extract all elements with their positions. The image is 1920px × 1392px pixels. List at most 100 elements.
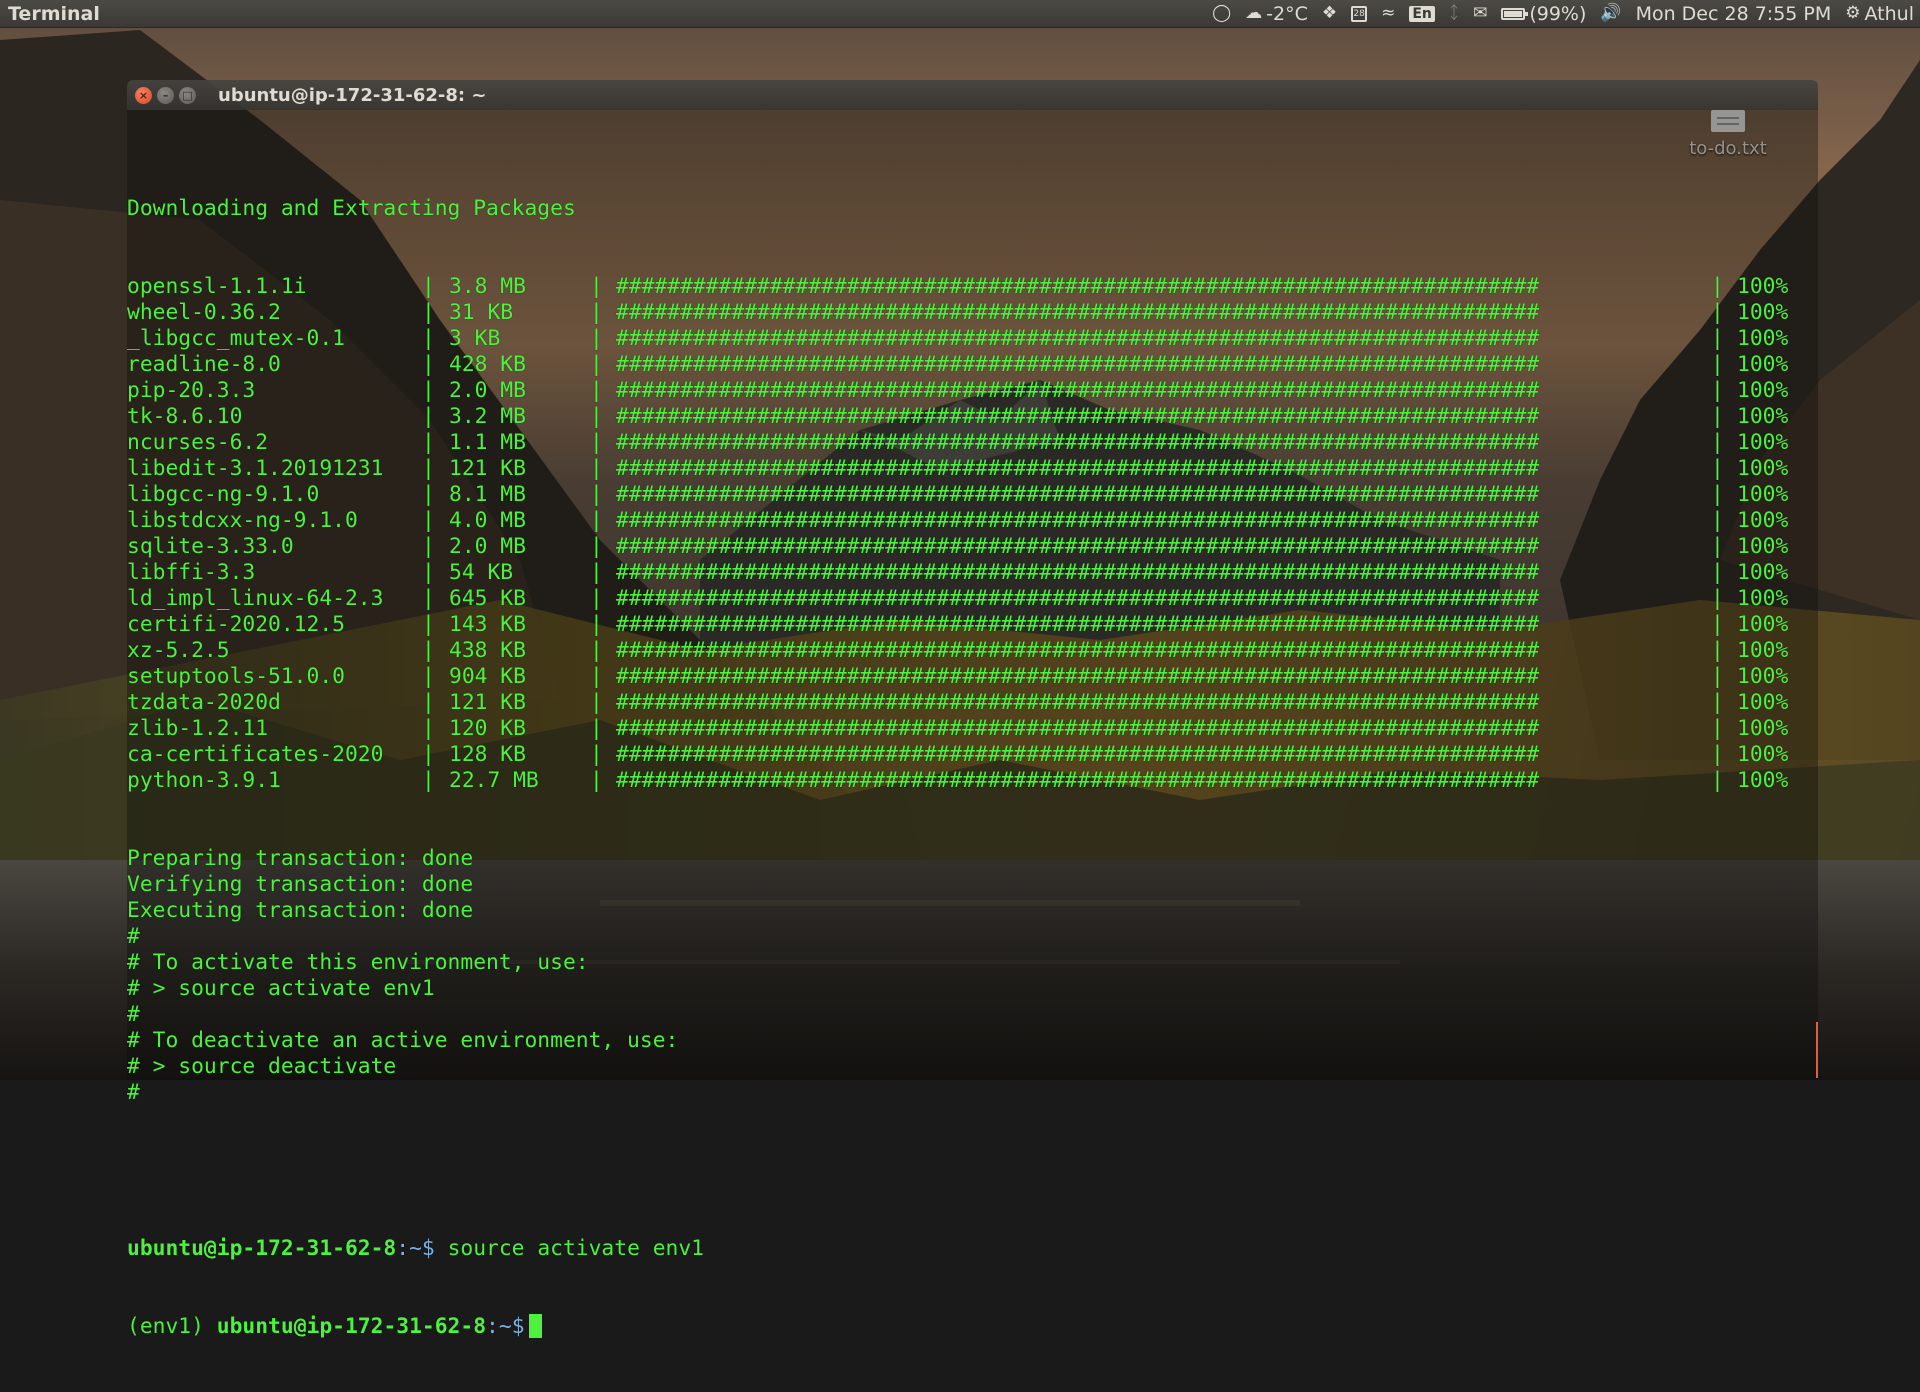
package-row: _libgcc_mutex-0.1 | 3 KB | #################… — [127, 326, 1818, 352]
download-header: Downloading and Extracting Packages — [127, 196, 576, 221]
package-size: 54 KB — [449, 560, 514, 585]
battery-indicator[interactable]: (99%) — [1501, 3, 1586, 25]
column-separator: | — [590, 326, 603, 351]
close-button[interactable]: × — [135, 86, 152, 104]
window-title: ubuntu@ip-172-31-62-8: ~ — [218, 84, 487, 106]
window-titlebar[interactable]: × – □ ubuntu@ip-172-31-62-8: ~ — [127, 80, 1818, 110]
package-percent: 100% — [1737, 560, 1789, 585]
column-separator: | — [422, 300, 435, 325]
package-row: sqlite-3.33.0 | 2.0 MB | ###################… — [127, 534, 1818, 560]
wifi-indicator[interactable]: ≈ — [1381, 5, 1395, 22]
status-line: # > source activate env1 — [127, 976, 435, 1001]
column-separator: | — [590, 404, 603, 429]
bulb-indicator[interactable]: ◯ — [1212, 5, 1231, 22]
column-separator: | — [1711, 326, 1724, 351]
progress-bar: ########################################… — [616, 560, 1540, 585]
package-name: ncurses-6.2 — [127, 430, 269, 455]
column-separator: | — [422, 534, 435, 559]
keyboard-indicator[interactable]: En — [1409, 5, 1435, 22]
progress-bar: ########################################… — [616, 378, 1540, 403]
package-size: 2.0 MB — [449, 534, 526, 559]
column-separator: | — [590, 560, 603, 585]
maximize-button[interactable]: □ — [179, 86, 196, 104]
progress-bar: ########################################… — [616, 430, 1540, 455]
package-name: readline-8.0 — [127, 352, 281, 377]
column-separator: | — [422, 742, 435, 767]
status-line: # > source deactivate — [127, 1054, 397, 1079]
package-size: 3.8 MB — [449, 274, 526, 299]
package-percent: 100% — [1737, 742, 1789, 767]
progress-bar: ########################################… — [616, 742, 1540, 767]
column-separator: | — [1711, 534, 1724, 559]
progress-bar: ########################################… — [616, 404, 1540, 429]
package-name: pip-20.3.3 — [127, 378, 256, 403]
column-separator: | — [590, 638, 603, 663]
package-row: pip-20.3.3 | 2.0 MB | ######################… — [127, 378, 1818, 404]
progress-bar: ########################################… — [616, 482, 1540, 507]
status-line: Verifying transaction: done — [127, 872, 474, 897]
prompt-line-2[interactable]: (env1) ubuntu@ip-172-31-62-8:~$ — [127, 1314, 1818, 1340]
package-row: tzdata-2020d | 121 KB | ####################… — [127, 690, 1818, 716]
package-name: setuptools-51.0.0 — [127, 664, 345, 689]
scrollbar-indicator[interactable] — [1816, 1022, 1818, 1078]
status-line: Executing transaction: done — [127, 898, 474, 923]
minimize-button[interactable]: – — [157, 86, 174, 104]
progress-bar: ########################################… — [616, 508, 1540, 533]
status-line: # — [127, 1080, 140, 1105]
bluetooth-indicator[interactable]: ᛨ — [1449, 5, 1459, 22]
package-size: 4.0 MB — [449, 508, 526, 533]
progress-bar: ########################################… — [616, 690, 1540, 715]
column-separator: | — [1711, 300, 1724, 325]
column-separator: | — [1711, 586, 1724, 611]
package-percent: 100% — [1737, 716, 1789, 741]
package-percent: 100% — [1737, 378, 1789, 403]
column-separator: | — [1711, 482, 1724, 507]
volume-indicator[interactable]: 🔊 — [1600, 5, 1621, 22]
package-row: setuptools-51.0.0 | 904 KB | ###############… — [127, 664, 1818, 690]
package-row: libffi-3.3 | 54 KB | #######################… — [127, 560, 1818, 586]
package-percent: 100% — [1737, 274, 1789, 299]
session-indicator[interactable]: ⚙ Athul — [1845, 3, 1914, 25]
calendar-indicator[interactable]: 28 — [1351, 5, 1368, 22]
prompt-host: ubuntu@ip-172-31-62-8 — [216, 1314, 487, 1339]
column-separator: | — [1711, 274, 1724, 299]
progress-bar: ########################################… — [616, 274, 1540, 299]
package-row: python-3.9.1 | 22.7 MB | ###################… — [127, 768, 1818, 794]
prompt-path: :~ — [396, 1236, 422, 1261]
column-separator: | — [422, 664, 435, 689]
mail-indicator[interactable]: ✉ — [1473, 5, 1487, 22]
package-percent: 100% — [1737, 482, 1789, 507]
dropbox-indicator[interactable]: ❖ — [1322, 5, 1337, 22]
text-cursor — [528, 1314, 542, 1338]
package-row: libgcc-ng-9.1.0 | 8.1 MB | #################… — [127, 482, 1818, 508]
package-name: libstdcxx-ng-9.1.0 — [127, 508, 358, 533]
weather-icon: ☁ — [1245, 3, 1263, 23]
terminal-output[interactable]: Downloading and Extracting Packages open… — [127, 110, 1818, 1339]
clock-indicator[interactable]: Mon Dec 28 7:55 PM — [1636, 3, 1832, 25]
terminal-window[interactable]: × – □ ubuntu@ip-172-31-62-8: ~ Downloadi… — [127, 80, 1818, 1339]
column-separator: | — [590, 690, 603, 715]
column-separator: | — [1711, 742, 1724, 767]
column-separator: | — [422, 378, 435, 403]
column-separator: | — [422, 430, 435, 455]
package-name: python-3.9.1 — [127, 768, 281, 793]
column-separator: | — [1711, 404, 1724, 429]
mail-icon: ✉ — [1473, 3, 1488, 23]
column-separator: | — [1711, 456, 1724, 481]
settings-gear-icon: ⚙ — [1845, 3, 1861, 23]
weather-indicator[interactable]: ☁ -2°C — [1245, 3, 1308, 25]
column-separator: | — [590, 352, 603, 377]
package-percent: 100% — [1737, 352, 1789, 377]
column-separator: | — [422, 560, 435, 585]
volume-icon: 🔊 — [1600, 3, 1622, 23]
package-percent: 100% — [1737, 456, 1789, 481]
column-separator: | — [590, 300, 603, 325]
clock-datetime: Mon Dec 28 7:55 PM — [1635, 2, 1832, 25]
column-separator: | — [1711, 352, 1724, 377]
package-row: openssl-1.1.1i | 3.8 MB | ##################… — [127, 274, 1818, 300]
status-line: # — [127, 1002, 140, 1027]
weather-temp: -2°C — [1266, 2, 1308, 25]
progress-bar: ########################################… — [616, 768, 1540, 793]
package-percent: 100% — [1737, 534, 1789, 559]
